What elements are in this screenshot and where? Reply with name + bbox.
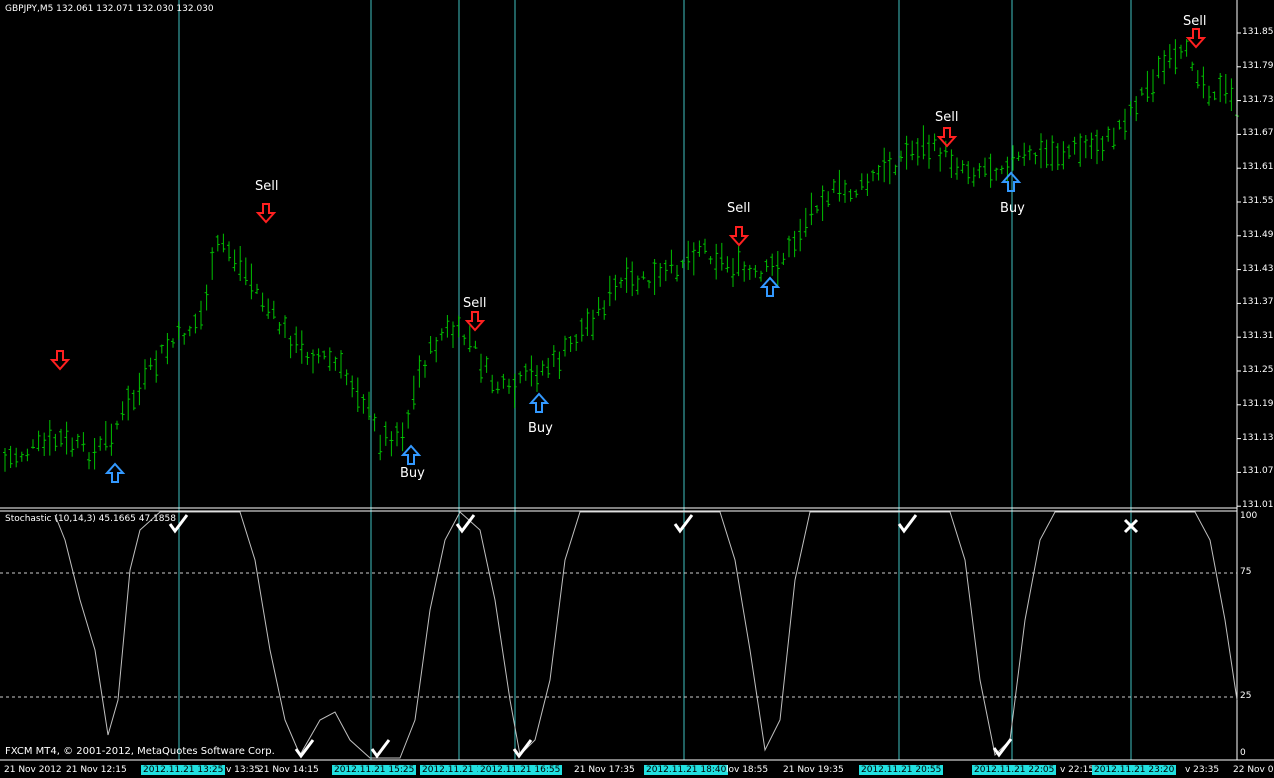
time-label: 2012.11.21 22:05 — [972, 765, 1057, 775]
white-checkmark-icon — [370, 739, 391, 759]
buy-label: Buy — [1000, 201, 1025, 216]
blue-up-arrow-icon — [759, 276, 781, 297]
level-25-label: 25 — [1240, 691, 1252, 701]
time-label: lov 18:55 — [726, 765, 769, 775]
time-label: 2012.11.21 18:40 — [644, 765, 729, 775]
price-label: 131.435 — [1242, 263, 1274, 274]
time-label: 22 Nov 00:15 — [1233, 765, 1274, 775]
time-label: 21 Nov 14:15 — [258, 765, 319, 775]
chart-window[interactable]: { "window": { "symbol_info": "GBPJPY,M5 … — [0, 0, 1274, 778]
price-label: 131.195 — [1242, 398, 1274, 409]
blue-up-arrow-icon — [400, 444, 422, 465]
price-bars — [3, 39, 1239, 472]
white-checkmark-icon — [512, 739, 533, 759]
price-label: 131.555 — [1242, 196, 1274, 206]
sell-label: Sell — [255, 179, 279, 194]
red-down-arrow-icon — [1185, 28, 1207, 49]
level-100-label: 100 — [1240, 511, 1258, 521]
price-label: 131.075 — [1242, 466, 1274, 477]
symbol-info: GBPJPY,M5 132.061 132.071 132.030 132.03… — [5, 4, 214, 14]
price-label: 131.255 — [1242, 365, 1274, 375]
price-label: 131.135 — [1242, 432, 1274, 443]
price-label: 131.615 — [1242, 162, 1274, 173]
blue-up-arrow-icon — [1000, 171, 1022, 192]
time-label: 2012.11.21 20:55 — [859, 765, 944, 775]
copyright-text: FXCM MT4, © 2001-2012, MetaQuotes Softwa… — [5, 746, 275, 757]
blue-up-arrow-icon — [104, 462, 126, 483]
red-down-arrow-icon — [936, 127, 958, 148]
price-label: 131.795 — [1242, 60, 1274, 71]
price-label: 131.855 — [1242, 27, 1274, 37]
time-label: v 22:15 — [1060, 765, 1095, 775]
price-axis-ticks — [1237, 32, 1241, 507]
time-label: 21 Nov 19:35 — [783, 765, 844, 775]
sell-label: Sell — [463, 296, 487, 311]
time-label: 2012.11.21 1 — [420, 765, 485, 775]
time-label: v 13:35 — [226, 765, 261, 775]
signal-arrows — [49, 28, 1207, 483]
time-label: 2012.11.21 23:20 — [1092, 765, 1177, 775]
buy-label: Buy — [400, 466, 425, 481]
sell-label: Sell — [1183, 14, 1207, 29]
price-label: 131.375 — [1242, 297, 1274, 308]
level-75-label: 75 — [1240, 567, 1252, 577]
time-label: 21 Nov 17:35 — [574, 765, 635, 775]
buy-label: Buy — [528, 421, 553, 436]
price-label: 131.735 — [1242, 94, 1274, 105]
sell-label: Sell — [727, 201, 751, 216]
price-label: 131.495 — [1242, 229, 1274, 240]
price-chart[interactable] — [0, 0, 1274, 778]
red-down-arrow-icon — [255, 203, 277, 224]
sell-label: Sell — [935, 110, 959, 125]
indicator-title: Stochastic (10,14,3) 45.1665 47.1858 — [5, 514, 176, 524]
level-0-label: 0 — [1240, 748, 1246, 758]
result-marks — [168, 514, 1139, 759]
red-down-arrow-icon — [728, 226, 750, 247]
time-label: 2012.11.21 16:55 — [478, 765, 563, 775]
white-checkmark-icon — [897, 514, 918, 534]
time-label: 21 Nov 12:15 — [66, 765, 127, 775]
price-label: 131.015 — [1242, 500, 1274, 511]
blue-up-arrow-icon — [528, 392, 550, 413]
stochastic-line — [54, 511, 1238, 759]
red-down-arrow-icon — [49, 350, 71, 371]
time-label: 2012.11.21 15:25 — [332, 765, 417, 775]
vertical-separator-lines — [178, 0, 1132, 760]
price-label: 131.315 — [1242, 331, 1274, 342]
time-label: 2012.11.21 13:25 — [141, 765, 226, 775]
time-label: 21 Nov 2012 — [4, 765, 62, 775]
time-label: v 23:35 — [1185, 765, 1220, 775]
price-label: 131.675 — [1242, 128, 1274, 139]
